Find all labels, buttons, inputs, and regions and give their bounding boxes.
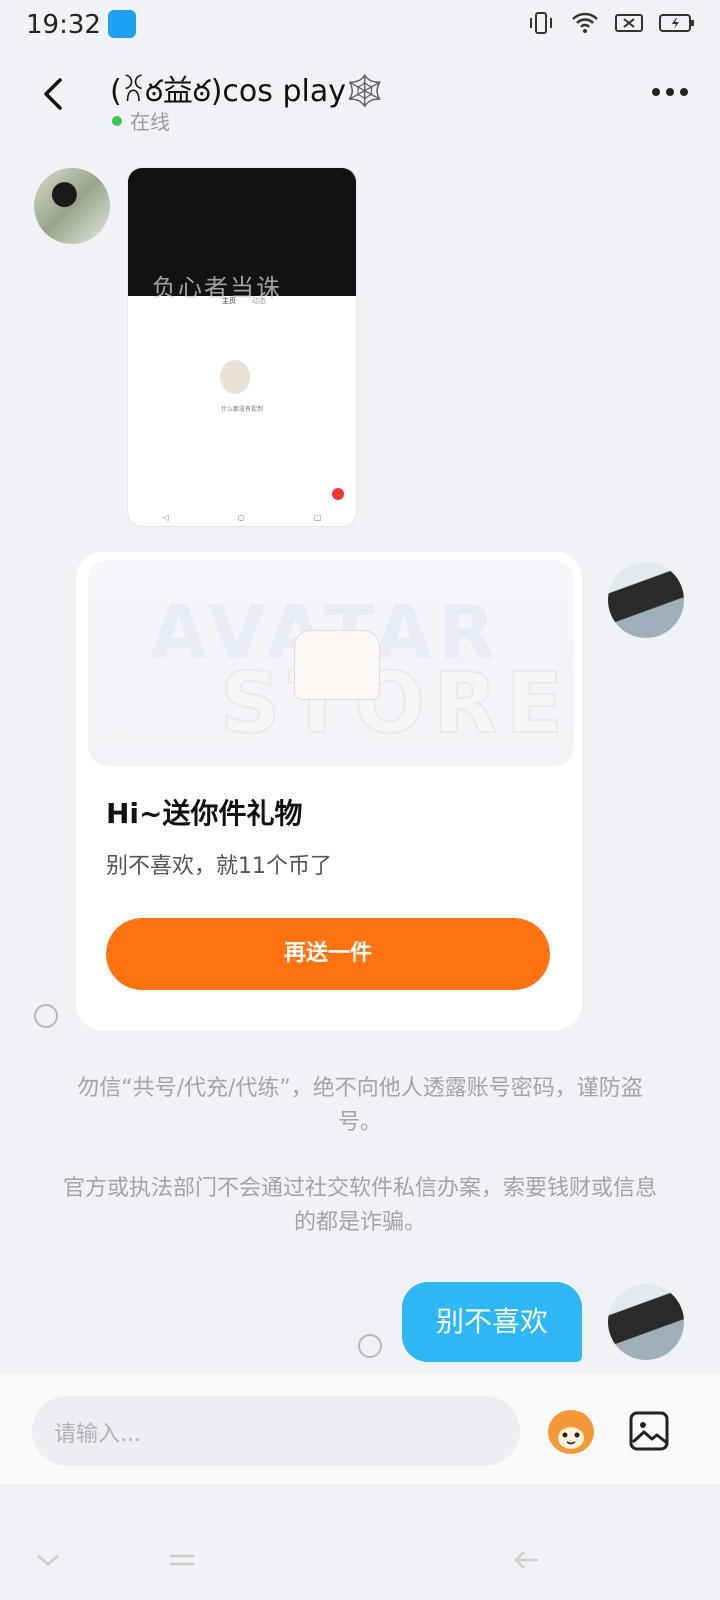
app-notification-icon — [108, 10, 136, 38]
nav-menu-icon[interactable] — [164, 1542, 200, 1578]
emoji-mascot-icon[interactable] — [548, 1410, 594, 1454]
gift-subtitle: 别不喜欢，就11个币了 — [106, 854, 332, 879]
select-radio[interactable] — [34, 1004, 58, 1028]
status-icons — [526, 10, 696, 36]
my-avatar[interactable] — [608, 562, 684, 638]
thumbnail-empty-text: 什么都没有捉到 — [220, 406, 263, 413]
sent-message-bubble[interactable]: 别不喜欢 — [402, 1282, 582, 1362]
back-icon[interactable] — [34, 74, 74, 114]
online-indicator — [112, 116, 122, 126]
gift-card[interactable]: AVATAR STORE Hi~送你件礼物 别不喜欢，就11个币了 再送一件 — [76, 552, 582, 1030]
send-another-button[interactable]: 再送一件 — [106, 918, 550, 990]
status-time: 19:32 — [26, 10, 101, 40]
gift-title: Hi~送你件礼物 — [106, 797, 303, 830]
vibrate-icon — [530, 12, 552, 34]
system-nav-bar — [0, 1520, 720, 1600]
contact-avatar[interactable] — [34, 168, 110, 244]
image-icon[interactable] — [628, 1410, 670, 1452]
thumbnail-tab-home: 主页 — [222, 297, 236, 305]
thumbnail-nav-bar: ◁ ○ □ — [162, 513, 322, 522]
my-avatar[interactable] — [608, 1284, 684, 1360]
more-menu-icon[interactable] — [652, 88, 688, 96]
thumbnail-mascot-icon — [220, 360, 250, 394]
jacket-icon — [294, 630, 380, 700]
online-status: 在线 — [130, 110, 170, 134]
no-sim-icon — [615, 14, 643, 32]
select-radio[interactable] — [358, 1334, 382, 1358]
image-message[interactable]: 负心者当诛 主页 动态 什么都没有捉到 ◁ ○ □ — [128, 168, 356, 526]
safety-notice: 勿信“共号/代充/代练”，绝不向他人透露账号密码，谨防盗号。 — [77, 1076, 643, 1135]
nav-collapse-icon[interactable] — [30, 1542, 66, 1578]
fraud-notice: 官方或执法部门不会通过社交软件私信办案，索要钱财或信息的都是诈骗。 — [62, 1176, 657, 1235]
battery-icon — [659, 14, 694, 32]
wifi-icon — [572, 12, 598, 33]
thumbnail-heart-icon — [332, 488, 344, 500]
gift-image: AVATAR STORE — [88, 560, 574, 766]
thumbnail-tab-dynamic: 动态 — [252, 297, 266, 305]
gift-image-text-bottom: STORE — [219, 653, 572, 753]
nav-back-icon[interactable] — [508, 1542, 544, 1578]
input-placeholder: 请输入... — [54, 1422, 141, 1447]
